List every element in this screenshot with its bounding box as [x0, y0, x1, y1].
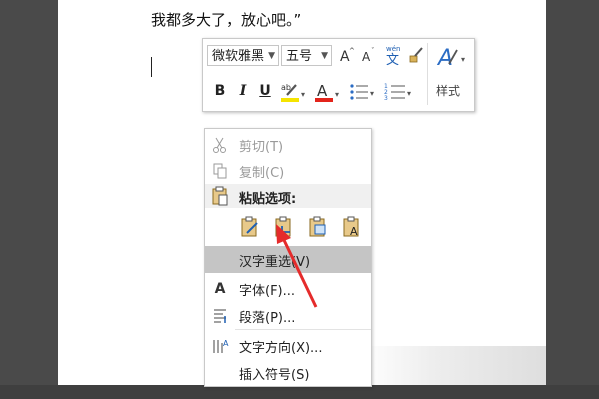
red-annotation-arrow: [276, 224, 318, 308]
